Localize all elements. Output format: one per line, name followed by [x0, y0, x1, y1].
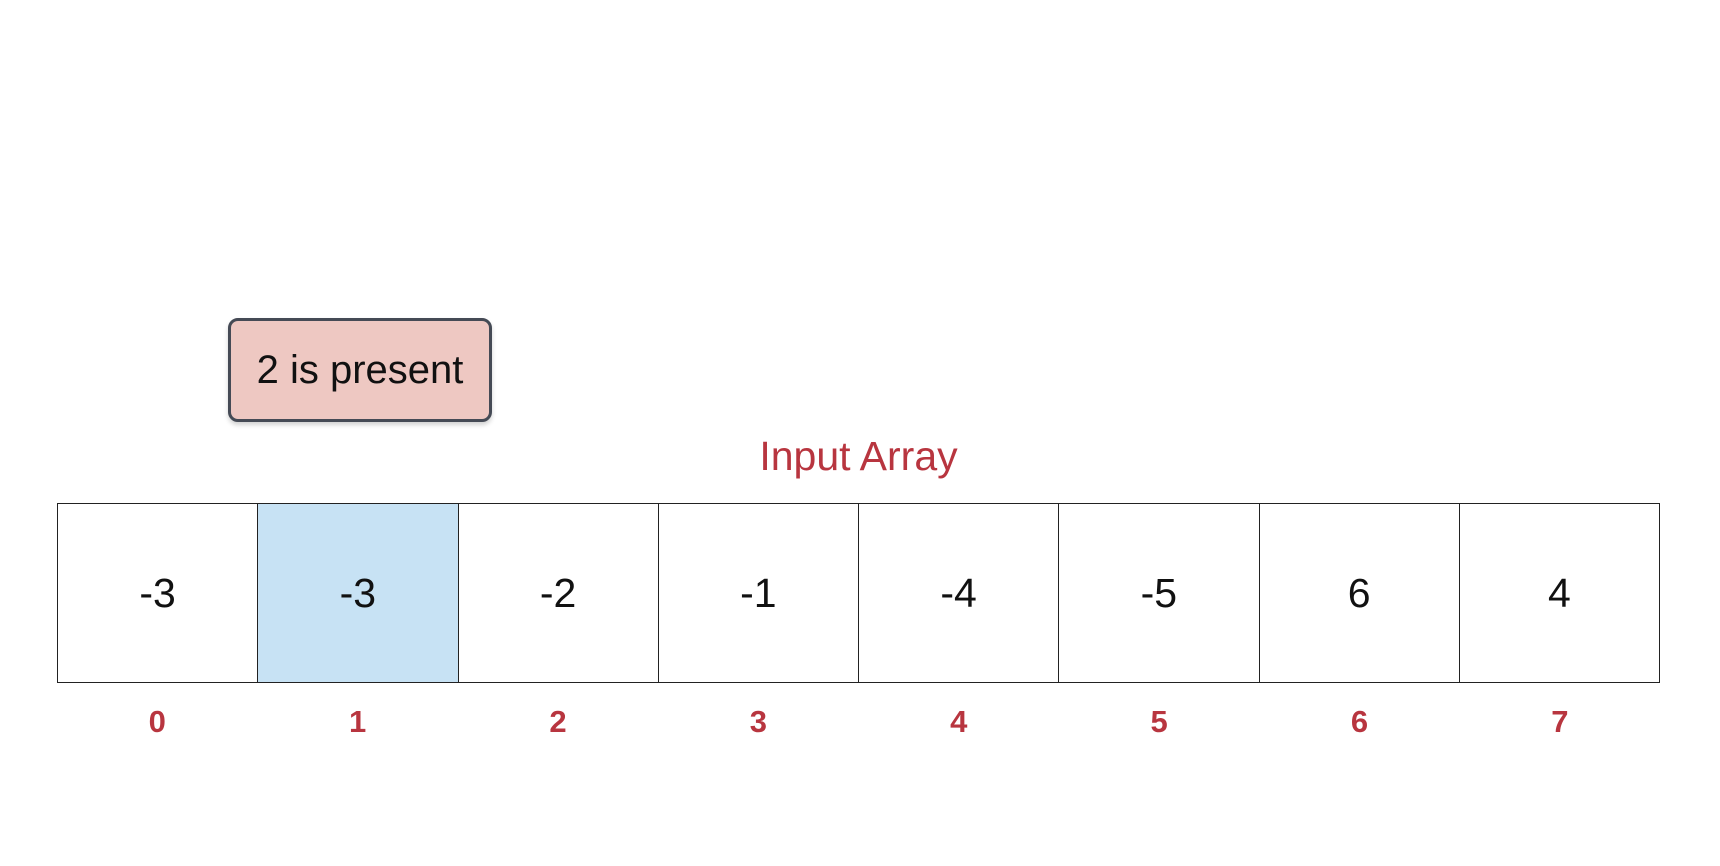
- array-cell-3: -1: [657, 504, 858, 682]
- array-cell-6: 6: [1258, 504, 1459, 682]
- result-callout-text: 2 is present: [256, 347, 464, 392]
- array-title: Input Array: [759, 433, 958, 479]
- array-index-3: 3: [749, 704, 767, 739]
- array-index-6: 6: [1350, 704, 1369, 739]
- array-index-7: 7: [1551, 704, 1569, 739]
- input-array: -3 -3 -2 -1 -4 -5 6 4: [57, 503, 1660, 683]
- array-index-4: 4: [950, 704, 968, 739]
- array-cell-0: -3: [58, 504, 258, 682]
- array-index-2: 2: [549, 704, 567, 739]
- array-index-5: 5: [1150, 704, 1168, 739]
- array-index-1: 1: [348, 704, 367, 739]
- array-index-0: 0: [148, 704, 166, 739]
- array-cell-2: -2: [457, 504, 658, 682]
- array-cell-4: -4: [858, 504, 1059, 682]
- array-cell-5: -5: [1058, 504, 1259, 682]
- array-cell-1: -3: [257, 504, 458, 682]
- array-cell-7: 4: [1458, 504, 1659, 682]
- array-indices: 0 1 2 3 4 5 6 7: [57, 704, 1660, 740]
- result-callout: 2 is present: [228, 318, 492, 422]
